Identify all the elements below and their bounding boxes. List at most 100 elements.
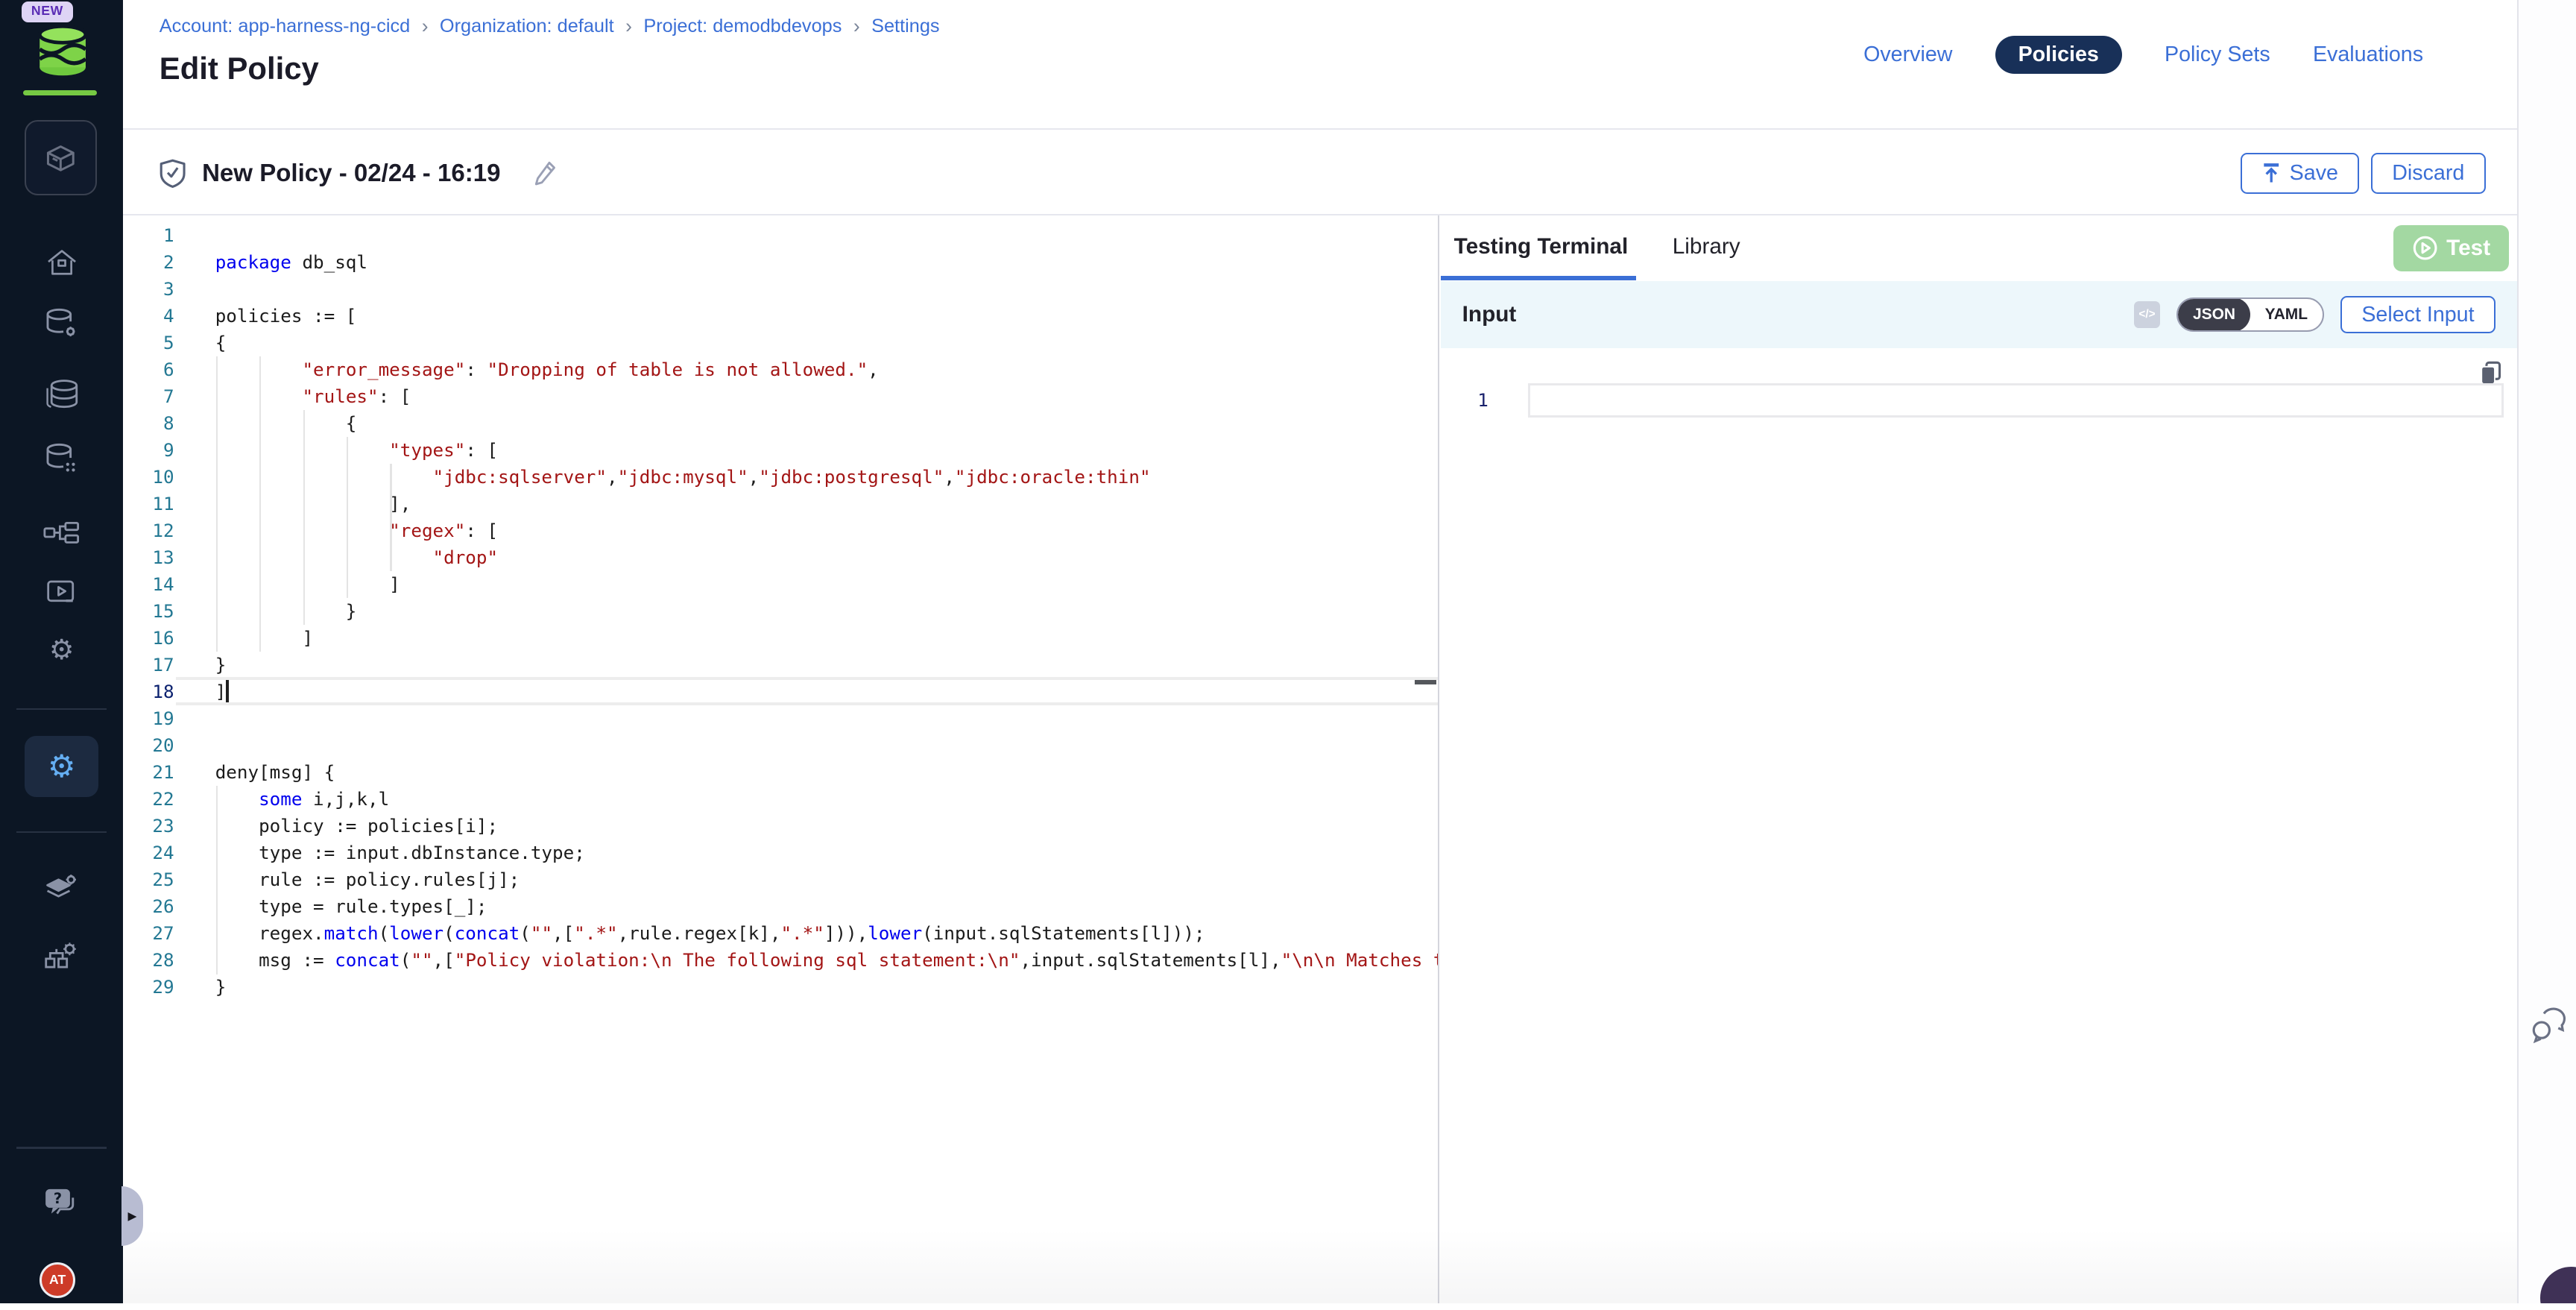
code-line-13[interactable]: 13 "drop" <box>123 544 1437 571</box>
breadcrumb-item[interactable]: Settings <box>871 16 940 37</box>
code-line-19[interactable]: 19 <box>123 705 1437 732</box>
sidebar-item-db-config[interactable] <box>0 307 123 340</box>
code-line-9[interactable]: 9 "types": [ <box>123 437 1437 464</box>
line-number: 10 <box>123 464 174 491</box>
line-number: 2 <box>123 249 174 276</box>
code-line-22[interactable]: 22 some i,j,k,l <box>123 786 1437 813</box>
sidebar-item-layers-settings[interactable] <box>0 871 123 904</box>
toggle-json[interactable]: JSON <box>2178 297 2250 332</box>
code-line-11[interactable]: 11 ], <box>123 491 1437 517</box>
input-line-1[interactable]: 1 <box>1441 383 2517 418</box>
line-number: 7 <box>123 383 174 410</box>
tab-policies[interactable]: Policies <box>1995 36 2122 74</box>
code-line-7[interactable]: 7 "rules": [ <box>123 383 1437 410</box>
code-line-21[interactable]: 21deny[msg] { <box>123 759 1437 786</box>
code-line-23[interactable]: 23 policy := policies[i]; <box>123 813 1437 840</box>
input-label: Input <box>1462 302 1517 327</box>
code-line-25[interactable]: 25 rule := policy.rules[j]; <box>123 866 1437 893</box>
tab-testing-terminal[interactable]: Testing Terminal <box>1454 234 1629 259</box>
code-line-1[interactable]: 1 <box>123 222 1437 249</box>
sidebar-divider <box>16 831 107 833</box>
code-line-29[interactable]: 29} <box>123 974 1437 1001</box>
breadcrumb-item[interactable]: Organization: default <box>440 16 614 37</box>
code-line-16[interactable]: 16 ] <box>123 625 1437 652</box>
line-number: 29 <box>123 974 174 1001</box>
breadcrumb-item[interactable]: Account: app-harness-ng-cicd <box>160 16 410 37</box>
line-number: 21 <box>123 759 174 786</box>
home-icon <box>45 248 78 278</box>
sidebar-item-project-settings-active[interactable]: ⚙ <box>25 736 98 797</box>
line-number: 9 <box>123 437 174 464</box>
code-line-17[interactable]: 17} <box>123 652 1437 678</box>
user-avatar[interactable]: AT <box>40 1262 75 1298</box>
line-number: 22 <box>123 786 174 813</box>
line-number: 24 <box>123 840 174 866</box>
code-format-icon: </> <box>2134 301 2160 327</box>
line-number: 12 <box>123 517 174 544</box>
test-input-editor[interactable]: 1 <box>1441 348 2517 1303</box>
window-bottom-edge <box>0 1303 2576 1310</box>
code-line-28[interactable]: 28 msg := concat("",["Policy violation:\… <box>123 947 1437 974</box>
sidebar-item-pipelines[interactable] <box>0 521 123 544</box>
policy-code-editor[interactable]: 12package db_sql34policies := [5{6 "erro… <box>123 215 1439 1303</box>
layers-gear-icon <box>43 871 79 904</box>
dbdevops-logo-icon[interactable] <box>30 25 95 78</box>
line-number: 18 <box>123 678 174 705</box>
sidebar-item-help[interactable]: ? <box>0 1186 123 1221</box>
breadcrumb-separator: › <box>625 15 632 38</box>
chat-bubbles-icon[interactable] <box>2530 1007 2568 1045</box>
sidebar-item-settings[interactable]: ⚙ <box>0 636 123 664</box>
sidebar-item-databases[interactable] <box>0 377 123 411</box>
code-line-5[interactable]: 5{ <box>123 330 1437 356</box>
sidebar-item-executions[interactable] <box>0 579 123 606</box>
tab-library[interactable]: Library <box>1673 234 1740 259</box>
breadcrumb-item[interactable]: Project: demodbdevops <box>643 16 842 37</box>
tab-overview[interactable]: Overview <box>1863 42 1952 67</box>
copy-icon[interactable] <box>2479 360 2502 385</box>
page-header: Account: app-harness-ng-cicd › Organizatio… <box>123 0 2516 130</box>
testing-panel-tabs: Testing Terminal Library <box>1454 215 1740 278</box>
code-line-27[interactable]: 27 regex.match(lower(concat("",[".*",rul… <box>123 920 1437 947</box>
upload-icon <box>2261 163 2281 184</box>
test-button[interactable]: Test <box>2393 225 2508 271</box>
module-selector[interactable] <box>25 120 97 195</box>
code-line-6[interactable]: 6 "error_message": "Dropping of table is… <box>123 356 1437 383</box>
pipeline-icon <box>43 521 79 544</box>
code-line-14[interactable]: 14 ] <box>123 571 1437 598</box>
code-line-12[interactable]: 12 "regex": [ <box>123 517 1437 544</box>
line-number: 14 <box>123 571 174 598</box>
code-line-24[interactable]: 24 type := input.dbInstance.type; <box>123 840 1437 866</box>
line-number: 19 <box>123 705 174 732</box>
code-line-8[interactable]: 8 { <box>123 410 1437 437</box>
sidebar-item-db-instances[interactable] <box>0 442 123 475</box>
active-tab-underline <box>1441 276 1636 280</box>
database-stack-icon <box>43 377 79 411</box>
save-button[interactable]: Save <box>2241 153 2360 194</box>
discard-button[interactable]: Discard <box>2371 153 2486 194</box>
line-number: 5 <box>123 330 174 356</box>
select-input-button[interactable]: Select Input <box>2340 296 2496 334</box>
code-line-15[interactable]: 15 } <box>123 598 1437 625</box>
input-current-line[interactable] <box>1528 383 2504 418</box>
tab-evaluations[interactable]: Evaluations <box>2313 42 2423 67</box>
breadcrumb: Account: app-harness-ng-cicd › Organizatio… <box>160 15 940 38</box>
line-number: 13 <box>123 544 174 571</box>
sidebar-divider-green <box>23 90 97 95</box>
format-toggle[interactable]: JSON YAML <box>2176 297 2324 332</box>
tab-policy-sets[interactable]: Policy Sets <box>2165 42 2270 67</box>
edit-pencil-icon[interactable] <box>534 160 557 186</box>
code-line-20[interactable]: 20 <box>123 732 1437 759</box>
sidebar-item-home[interactable] <box>0 248 123 278</box>
code-line-2[interactable]: 2package db_sql <box>123 249 1437 276</box>
code-line-4[interactable]: 4policies := [ <box>123 303 1437 330</box>
code-line-26[interactable]: 26 type = rule.types[_]; <box>123 893 1437 920</box>
current-line-highlight <box>176 677 1438 705</box>
policy-toolbar: New Policy - 02/24 - 16:19 Save Discard <box>123 131 2516 215</box>
line-number: 15 <box>123 598 174 625</box>
policy-name: New Policy - 02/24 - 16:19 <box>202 160 500 188</box>
toggle-yaml[interactable]: YAML <box>2250 297 2323 332</box>
sidebar-item-org-settings[interactable] <box>0 939 123 973</box>
code-line-10[interactable]: 10 "jdbc:sqlserver","jdbc:mysql","jdbc:p… <box>123 464 1437 491</box>
code-line-3[interactable]: 3 <box>123 276 1437 303</box>
breadcrumb-separator: › <box>422 15 429 38</box>
